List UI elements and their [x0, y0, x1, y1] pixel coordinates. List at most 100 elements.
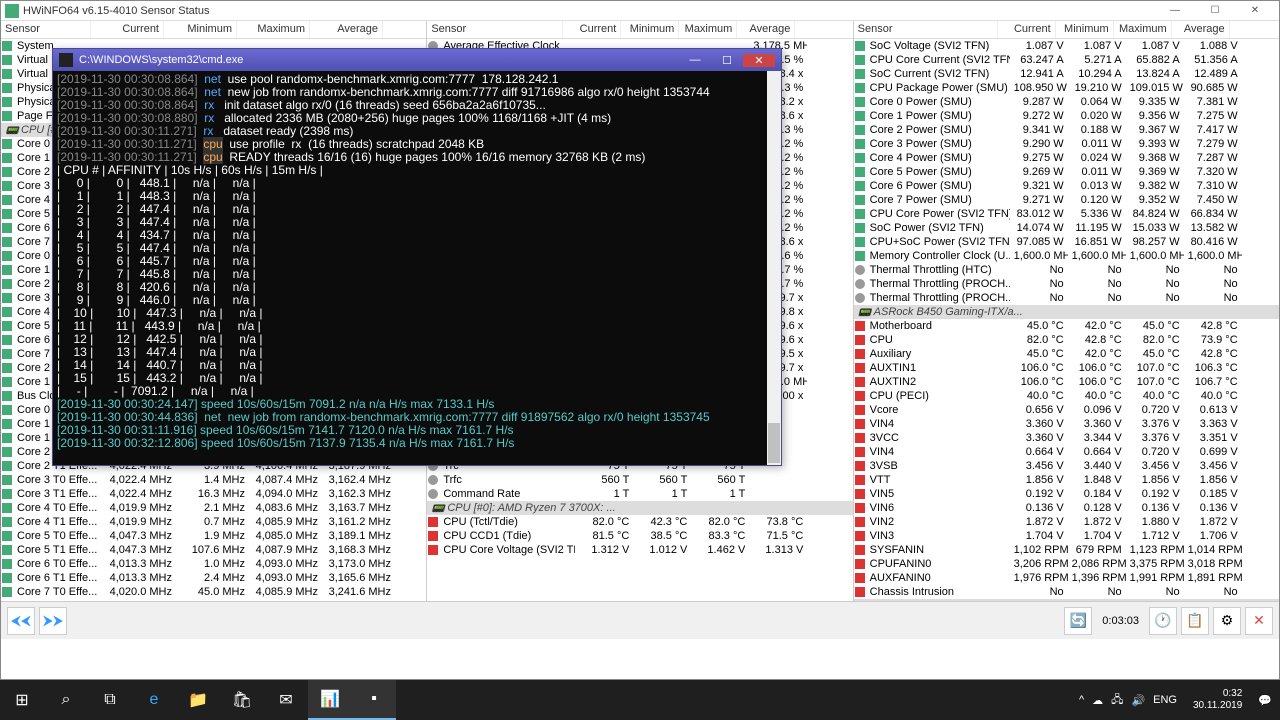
table-row[interactable]: VIN21.872 V1.872 V1.880 V1.872 V — [854, 515, 1279, 529]
minimize-button[interactable]: — — [1155, 2, 1195, 20]
taskbar[interactable]: ⊞ ⌕ ⧉ e 📁 🛍 ✉ 📊 ▪ ^ ☁ 🖧 🔊 ENG 0:32 30.11… — [0, 680, 1280, 720]
table-row[interactable]: CPU Core Voltage (SVI2 TFN)1.312 V1.012 … — [427, 543, 852, 557]
table-row[interactable]: Core 1 Power (SMU)9.272 W0.020 W9.356 W7… — [854, 109, 1279, 123]
table-row[interactable]: 3VCC3.360 V3.344 V3.376 V3.351 V — [854, 431, 1279, 445]
clock-icon[interactable]: 🕐 — [1149, 607, 1177, 635]
col-current[interactable]: Current — [91, 21, 164, 38]
table-row[interactable]: Core 4 T0 Effe...4,019.9 MHz2.1 MHz4,083… — [1, 501, 426, 515]
col-maximum[interactable]: Maximum — [237, 21, 310, 38]
table-row[interactable]: Core 5 Power (SMU)9.269 W0.011 W9.369 W7… — [854, 165, 1279, 179]
table-row[interactable]: VIN43.360 V3.360 V3.376 V3.363 V — [854, 417, 1279, 431]
table-row[interactable]: SoC Voltage (SVI2 TFN)1.087 V1.087 V1.08… — [854, 39, 1279, 53]
table-row[interactable]: Core 3 T0 Effe...4,022.4 MHz1.4 MHz4,087… — [1, 473, 426, 487]
table-row[interactable]: SoC Current (SVI2 TFN)12.941 A10.294 A13… — [854, 67, 1279, 81]
table-row[interactable]: 3VSB3.456 V3.440 V3.456 V3.456 V — [854, 459, 1279, 473]
panel-right-rows[interactable]: SoC Voltage (SVI2 TFN)1.087 V1.087 V1.08… — [854, 39, 1279, 639]
tray-onedrive-icon[interactable]: ☁ — [1092, 694, 1103, 707]
table-row[interactable]: Core 2 Power (SMU)9.341 W0.188 W9.367 W7… — [854, 123, 1279, 137]
explorer-button[interactable]: 📁 — [176, 680, 220, 720]
table-row[interactable]: CPU Package Power (SMU)108.950 W19.210 W… — [854, 81, 1279, 95]
table-row[interactable]: CPU+SoC Power (SVI2 TFN)97.085 W16.851 W… — [854, 235, 1279, 249]
table-row[interactable]: Command Rate1 T1 T1 T — [427, 487, 852, 501]
table-row[interactable]: Memory Controller Clock (U...1,600.0 MHz… — [854, 249, 1279, 263]
section-header[interactable]: 📟ASRock B450 Gaming-ITX/a... — [854, 305, 1279, 319]
table-row[interactable]: Trfc560 T560 T560 T — [427, 473, 852, 487]
sensor-icon — [855, 335, 865, 345]
cmd-output[interactable]: [2019-11-30 00:30:08.864] net use pool r… — [53, 71, 781, 452]
table-row[interactable]: Thermal Throttling (PROCH...NoNoNoNo — [854, 277, 1279, 291]
sensor-icon — [855, 503, 865, 513]
taskbar-clock[interactable]: 0:32 30.11.2019 — [1185, 688, 1250, 712]
table-row[interactable]: Chassis IntrusionNoNoNoNo — [854, 585, 1279, 599]
section-header[interactable]: 📟CPU [#0]: AMD Ryzen 7 3700X: ... — [427, 501, 852, 515]
tray-volume-icon[interactable]: 🔊 — [1131, 694, 1145, 707]
table-row[interactable]: Core 0 Power (SMU)9.287 W0.064 W9.335 W7… — [854, 95, 1279, 109]
table-row[interactable]: Vcore0.656 V0.096 V0.720 V0.613 V — [854, 403, 1279, 417]
table-row[interactable]: Core 5 T1 Effe...4,047.3 MHz107.6 MHz4,0… — [1, 543, 426, 557]
table-row[interactable]: VIN31.704 V1.704 V1.712 V1.706 V — [854, 529, 1279, 543]
search-button[interactable]: ⌕ — [44, 680, 88, 720]
cmd-maximize[interactable]: ☐ — [711, 54, 743, 67]
tray-chevron-icon[interactable]: ^ — [1079, 694, 1084, 706]
cmd-task[interactable]: ▪ — [352, 680, 396, 720]
cmd-minimize[interactable]: — — [679, 54, 711, 66]
table-row[interactable]: CPU (Tctl/Tdie)82.0 °C42.3 °C82.0 °C73.8… — [427, 515, 852, 529]
mail-button[interactable]: ✉ — [264, 680, 308, 720]
table-row[interactable]: Core 5 T0 Effe...4,047.3 MHz1.9 MHz4,085… — [1, 529, 426, 543]
table-row[interactable]: Core 3 Power (SMU)9.290 W0.011 W9.393 W7… — [854, 137, 1279, 151]
table-row[interactable]: Core 4 Power (SMU)9.275 W0.024 W9.368 W7… — [854, 151, 1279, 165]
titlebar[interactable]: HWiNFO64 v6.15-4010 Sensor Status — ☐ ✕ — [1, 1, 1279, 21]
col-sensor[interactable]: Sensor — [1, 21, 91, 38]
sensor-icon — [855, 489, 865, 499]
table-row[interactable]: AUXFANIN01,976 RPM1,396 RPM1,991 RPM1,89… — [854, 571, 1279, 585]
system-tray[interactable]: ^ ☁ 🖧 🔊 ENG 0:32 30.11.2019 💬 — [1071, 688, 1280, 712]
table-row[interactable]: Core 6 Power (SMU)9.321 W0.013 W9.382 W7… — [854, 179, 1279, 193]
settings-button[interactable]: ⚙ — [1213, 607, 1241, 635]
close-tool-button[interactable]: ✕ — [1245, 607, 1273, 635]
cmd-scrollbar[interactable] — [767, 71, 781, 465]
table-row[interactable]: Core 6 T0 Effe...4,013.3 MHz1.0 MHz4,093… — [1, 557, 426, 571]
table-row[interactable]: Core 4 T1 Effe...4,019.9 MHz0.7 MHz4,085… — [1, 515, 426, 529]
table-row[interactable]: CPUFANIN03,206 RPM2,086 RPM3,375 RPM3,01… — [854, 557, 1279, 571]
tool-3-button[interactable]: 📋 — [1181, 607, 1209, 635]
cmd-close[interactable]: ✕ — [743, 54, 775, 67]
table-row[interactable]: SoC Power (SVI2 TFN)14.074 W11.195 W15.0… — [854, 221, 1279, 235]
nav-next-button[interactable]: ⮞⮞ — [39, 607, 67, 635]
table-row[interactable]: Core 3 T1 Effe...4,022.4 MHz16.3 MHz4,09… — [1, 487, 426, 501]
table-row[interactable]: Auxiliary45.0 °C42.0 °C45.0 °C42.8 °C — [854, 347, 1279, 361]
taskview-button[interactable]: ⧉ — [88, 680, 132, 720]
table-row[interactable]: AUXTIN2106.0 °C106.0 °C107.0 °C106.7 °C — [854, 375, 1279, 389]
table-row[interactable]: Motherboard45.0 °C42.0 °C45.0 °C42.8 °C — [854, 319, 1279, 333]
table-row[interactable]: CPU (PECI)40.0 °C40.0 °C40.0 °C40.0 °C — [854, 389, 1279, 403]
nav-prev-button[interactable]: ⮜⮜ — [7, 607, 35, 635]
start-button[interactable]: ⊞ — [0, 680, 44, 720]
table-row[interactable]: Thermal Throttling (PROCH...NoNoNoNo — [854, 291, 1279, 305]
cmd-titlebar[interactable]: C:\WINDOWS\system32\cmd.exe — ☐ ✕ — [53, 49, 781, 71]
tray-lang[interactable]: ENG — [1153, 694, 1177, 706]
notifications-button[interactable]: 💬 — [1258, 694, 1272, 707]
table-row[interactable]: VIN40.664 V0.664 V0.720 V0.699 V — [854, 445, 1279, 459]
col-minimum[interactable]: Minimum — [164, 21, 237, 38]
table-row[interactable]: VIN60.136 V0.128 V0.136 V0.136 V — [854, 501, 1279, 515]
table-row[interactable]: Core 7 Power (SMU)9.271 W0.120 W9.352 W7… — [854, 193, 1279, 207]
cmd-window[interactable]: C:\WINDOWS\system32\cmd.exe — ☐ ✕ [2019-… — [52, 48, 782, 466]
table-row[interactable]: Core 6 T1 Effe...4,013.3 MHz2.4 MHz4,093… — [1, 571, 426, 585]
table-row[interactable]: CPU Core Power (SVI2 TFN)83.012 W5.336 W… — [854, 207, 1279, 221]
table-row[interactable]: AUXTIN1106.0 °C106.0 °C107.0 °C106.3 °C — [854, 361, 1279, 375]
store-button[interactable]: 🛍 — [220, 680, 264, 720]
table-row[interactable]: CPU CCD1 (Tdie)81.5 °C38.5 °C83.3 °C71.5… — [427, 529, 852, 543]
close-button[interactable]: ✕ — [1235, 2, 1275, 20]
table-row[interactable]: Core 7 T0 Effe...4,020.0 MHz45.0 MHz4,08… — [1, 585, 426, 599]
table-row[interactable]: SYSFANIN1,102 RPM679 RPM1,123 RPM1,014 R… — [854, 543, 1279, 557]
table-row[interactable]: VIN50.192 V0.184 V0.192 V0.185 V — [854, 487, 1279, 501]
col-average[interactable]: Average — [310, 21, 383, 38]
table-row[interactable]: CPU82.0 °C42.8 °C82.0 °C73.9 °C — [854, 333, 1279, 347]
edge-button[interactable]: e — [132, 680, 176, 720]
hwinfo-task[interactable]: 📊 — [308, 680, 352, 720]
tray-network-icon[interactable]: 🖧 — [1111, 691, 1123, 710]
maximize-button[interactable]: ☐ — [1195, 2, 1235, 20]
table-row[interactable]: VTT1.856 V1.848 V1.856 V1.856 V — [854, 473, 1279, 487]
table-row[interactable]: CPU Core Current (SVI2 TFN)63.247 A5.271… — [854, 53, 1279, 67]
table-row[interactable]: Thermal Throttling (HTC)NoNoNoNo — [854, 263, 1279, 277]
tool-1-button[interactable]: 🔄 — [1064, 607, 1092, 635]
